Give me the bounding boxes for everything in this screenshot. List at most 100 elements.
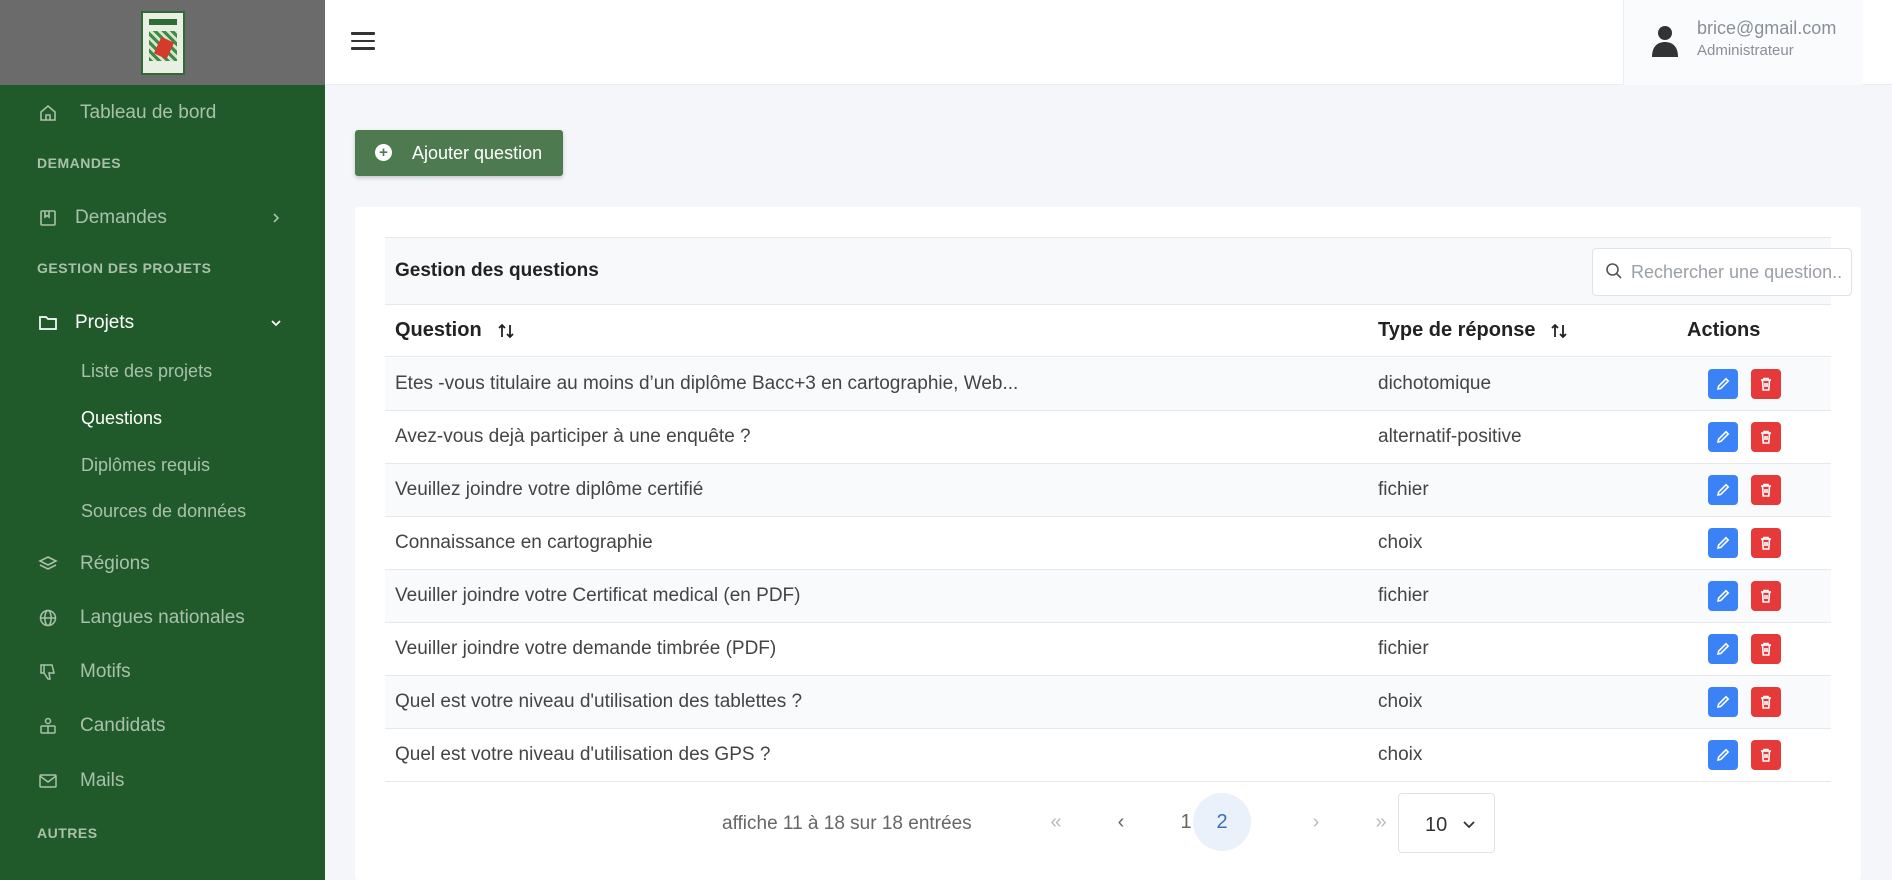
- column-header-actions: Actions: [1687, 319, 1761, 341]
- table-row: Quel est votre niveau d'utilisation des …: [385, 729, 1831, 782]
- section-title-demandes: DEMANDES: [37, 155, 122, 171]
- sidebar-item-label: Langues nationales: [80, 607, 245, 628]
- per-page-value: 10: [1425, 814, 1448, 836]
- sidebar: Tableau de bord DEMANDES Demandes GESTIO…: [0, 0, 325, 880]
- section-title-autres: AUTRES: [37, 825, 98, 841]
- type-cell: fichier: [1378, 479, 1429, 500]
- question-cell: Avez-vous dejà participer à une enquête …: [395, 426, 751, 447]
- sidebar-subitem-sources-donnees[interactable]: Sources de données: [81, 501, 246, 522]
- user-menu[interactable]: brice@gmail.com Administrateur: [1623, 0, 1863, 85]
- per-page-select[interactable]: 10: [1398, 793, 1495, 853]
- sidebar-item-mails[interactable]: Mails: [0, 768, 325, 794]
- sidebar-item-motifs[interactable]: Motifs: [0, 659, 325, 685]
- table-row: Avez-vous dejà participer à une enquête …: [385, 411, 1831, 464]
- menu-toggle-icon[interactable]: [351, 32, 375, 52]
- add-question-label: Ajouter question: [412, 143, 543, 163]
- globe-icon: [37, 607, 59, 629]
- table-row: Quel est votre niveau d'utilisation des …: [385, 676, 1831, 729]
- chevron-right-icon: [268, 210, 284, 226]
- sidebar-item-langues[interactable]: Langues nationales: [0, 605, 325, 631]
- sidebar-item-label: Régions: [80, 553, 150, 574]
- question-cell: Quel est votre niveau d'utilisation des …: [395, 691, 803, 712]
- type-cell: fichier: [1378, 585, 1429, 606]
- question-cell: Etes -vous titulaire au moins d’un diplô…: [395, 373, 1019, 394]
- sidebar-item-label: Tableau de bord: [80, 102, 217, 123]
- sidebar-item-tableau-de-bord[interactable]: Tableau de bord: [0, 100, 325, 126]
- add-question-button[interactable]: + Ajouter question: [355, 130, 563, 176]
- sidebar-subitem-diplomes-requis[interactable]: Diplômes requis: [81, 455, 210, 476]
- edit-button[interactable]: [1708, 634, 1738, 664]
- pencil-icon: [1716, 483, 1730, 497]
- delete-button[interactable]: [1751, 581, 1781, 611]
- table-row: Veuiller joindre votre Certificat medica…: [385, 570, 1831, 623]
- section-title-gestion-projets: GESTION DES PROJETS: [37, 260, 212, 276]
- delete-button[interactable]: [1751, 475, 1781, 505]
- edit-button[interactable]: [1708, 687, 1738, 717]
- sidebar-item-demandes[interactable]: Demandes: [0, 205, 325, 231]
- sidebar-item-candidats[interactable]: Candidats: [0, 713, 325, 739]
- sidebar-item-projets[interactable]: Projets: [0, 310, 325, 336]
- edit-button[interactable]: [1708, 581, 1738, 611]
- type-cell: choix: [1378, 744, 1423, 765]
- user-email: brice@gmail.com: [1697, 18, 1837, 38]
- table-row: Veuiller joindre votre demande timbrée (…: [385, 623, 1831, 676]
- sidebar-item-regions[interactable]: Régions: [0, 551, 325, 577]
- top-bar: brice@gmail.com Administrateur: [325, 0, 1892, 85]
- delete-button[interactable]: [1751, 687, 1781, 717]
- pagination-page-2[interactable]: 2: [1193, 793, 1251, 851]
- edit-button[interactable]: [1708, 740, 1738, 770]
- logo-bar: [0, 0, 325, 85]
- table-row: Connaissance en cartographie choix: [385, 517, 1831, 570]
- pagination-info: affiche 11 à 18 sur 18 entrées: [722, 813, 972, 834]
- sort-icon[interactable]: [1549, 321, 1569, 341]
- thumbs-down-icon: [37, 661, 59, 683]
- pencil-icon: [1716, 430, 1730, 444]
- question-cell: Connaissance en cartographie: [395, 532, 653, 553]
- app-logo[interactable]: [140, 10, 185, 75]
- questions-card: Gestion des questions Question Type de r…: [355, 207, 1861, 880]
- type-cell: choix: [1378, 691, 1423, 712]
- trash-icon: [1761, 430, 1771, 444]
- question-cell: Veuillez joindre votre diplôme certifié: [395, 479, 704, 500]
- plus-circle-icon: +: [375, 144, 392, 161]
- search-box[interactable]: [1592, 248, 1852, 296]
- edit-button[interactable]: [1708, 475, 1738, 505]
- table-column-headers: Question Type de réponse Actions: [385, 305, 1831, 357]
- pencil-icon: [1716, 748, 1730, 762]
- pencil-icon: [1716, 642, 1730, 656]
- trash-icon: [1761, 589, 1771, 603]
- pagination-prev-button[interactable]: ‹: [1092, 793, 1150, 851]
- column-header-type[interactable]: Type de réponse: [1378, 319, 1569, 342]
- chevron-down-icon: [1461, 816, 1477, 832]
- pagination-next-button[interactable]: ›: [1287, 793, 1345, 851]
- sidebar-subitem-questions[interactable]: Questions: [81, 408, 162, 429]
- question-cell: Veuiller joindre votre Certificat medica…: [395, 585, 801, 606]
- table-header-bar: Gestion des questions: [385, 237, 1852, 305]
- pagination-first-button[interactable]: «: [1027, 793, 1085, 851]
- mail-icon: [37, 770, 59, 792]
- home-icon: [37, 102, 59, 124]
- delete-button[interactable]: [1751, 369, 1781, 399]
- edit-button[interactable]: [1708, 422, 1738, 452]
- column-header-question[interactable]: Question: [395, 319, 516, 342]
- pencil-icon: [1716, 536, 1730, 550]
- pencil-icon: [1716, 589, 1730, 603]
- user-role: Administrateur: [1697, 42, 1794, 59]
- delete-button[interactable]: [1751, 422, 1781, 452]
- delete-button[interactable]: [1751, 528, 1781, 558]
- chevron-down-icon: [268, 315, 284, 331]
- trash-icon: [1761, 695, 1771, 709]
- sidebar-subitem-liste-projets[interactable]: Liste des projets: [81, 361, 212, 382]
- edit-button[interactable]: [1708, 528, 1738, 558]
- sidebar-item-label: Candidats: [80, 715, 166, 736]
- delete-button[interactable]: [1751, 634, 1781, 664]
- search-input[interactable]: [1631, 257, 1841, 287]
- folder-icon: [37, 312, 59, 334]
- trash-icon: [1761, 748, 1771, 762]
- sort-icon[interactable]: [496, 321, 516, 341]
- delete-button[interactable]: [1751, 740, 1781, 770]
- layers-icon: [37, 553, 59, 575]
- sidebar-item-label: Motifs: [80, 661, 131, 682]
- edit-button[interactable]: [1708, 369, 1738, 399]
- sidebar-item-label: Demandes: [75, 207, 167, 228]
